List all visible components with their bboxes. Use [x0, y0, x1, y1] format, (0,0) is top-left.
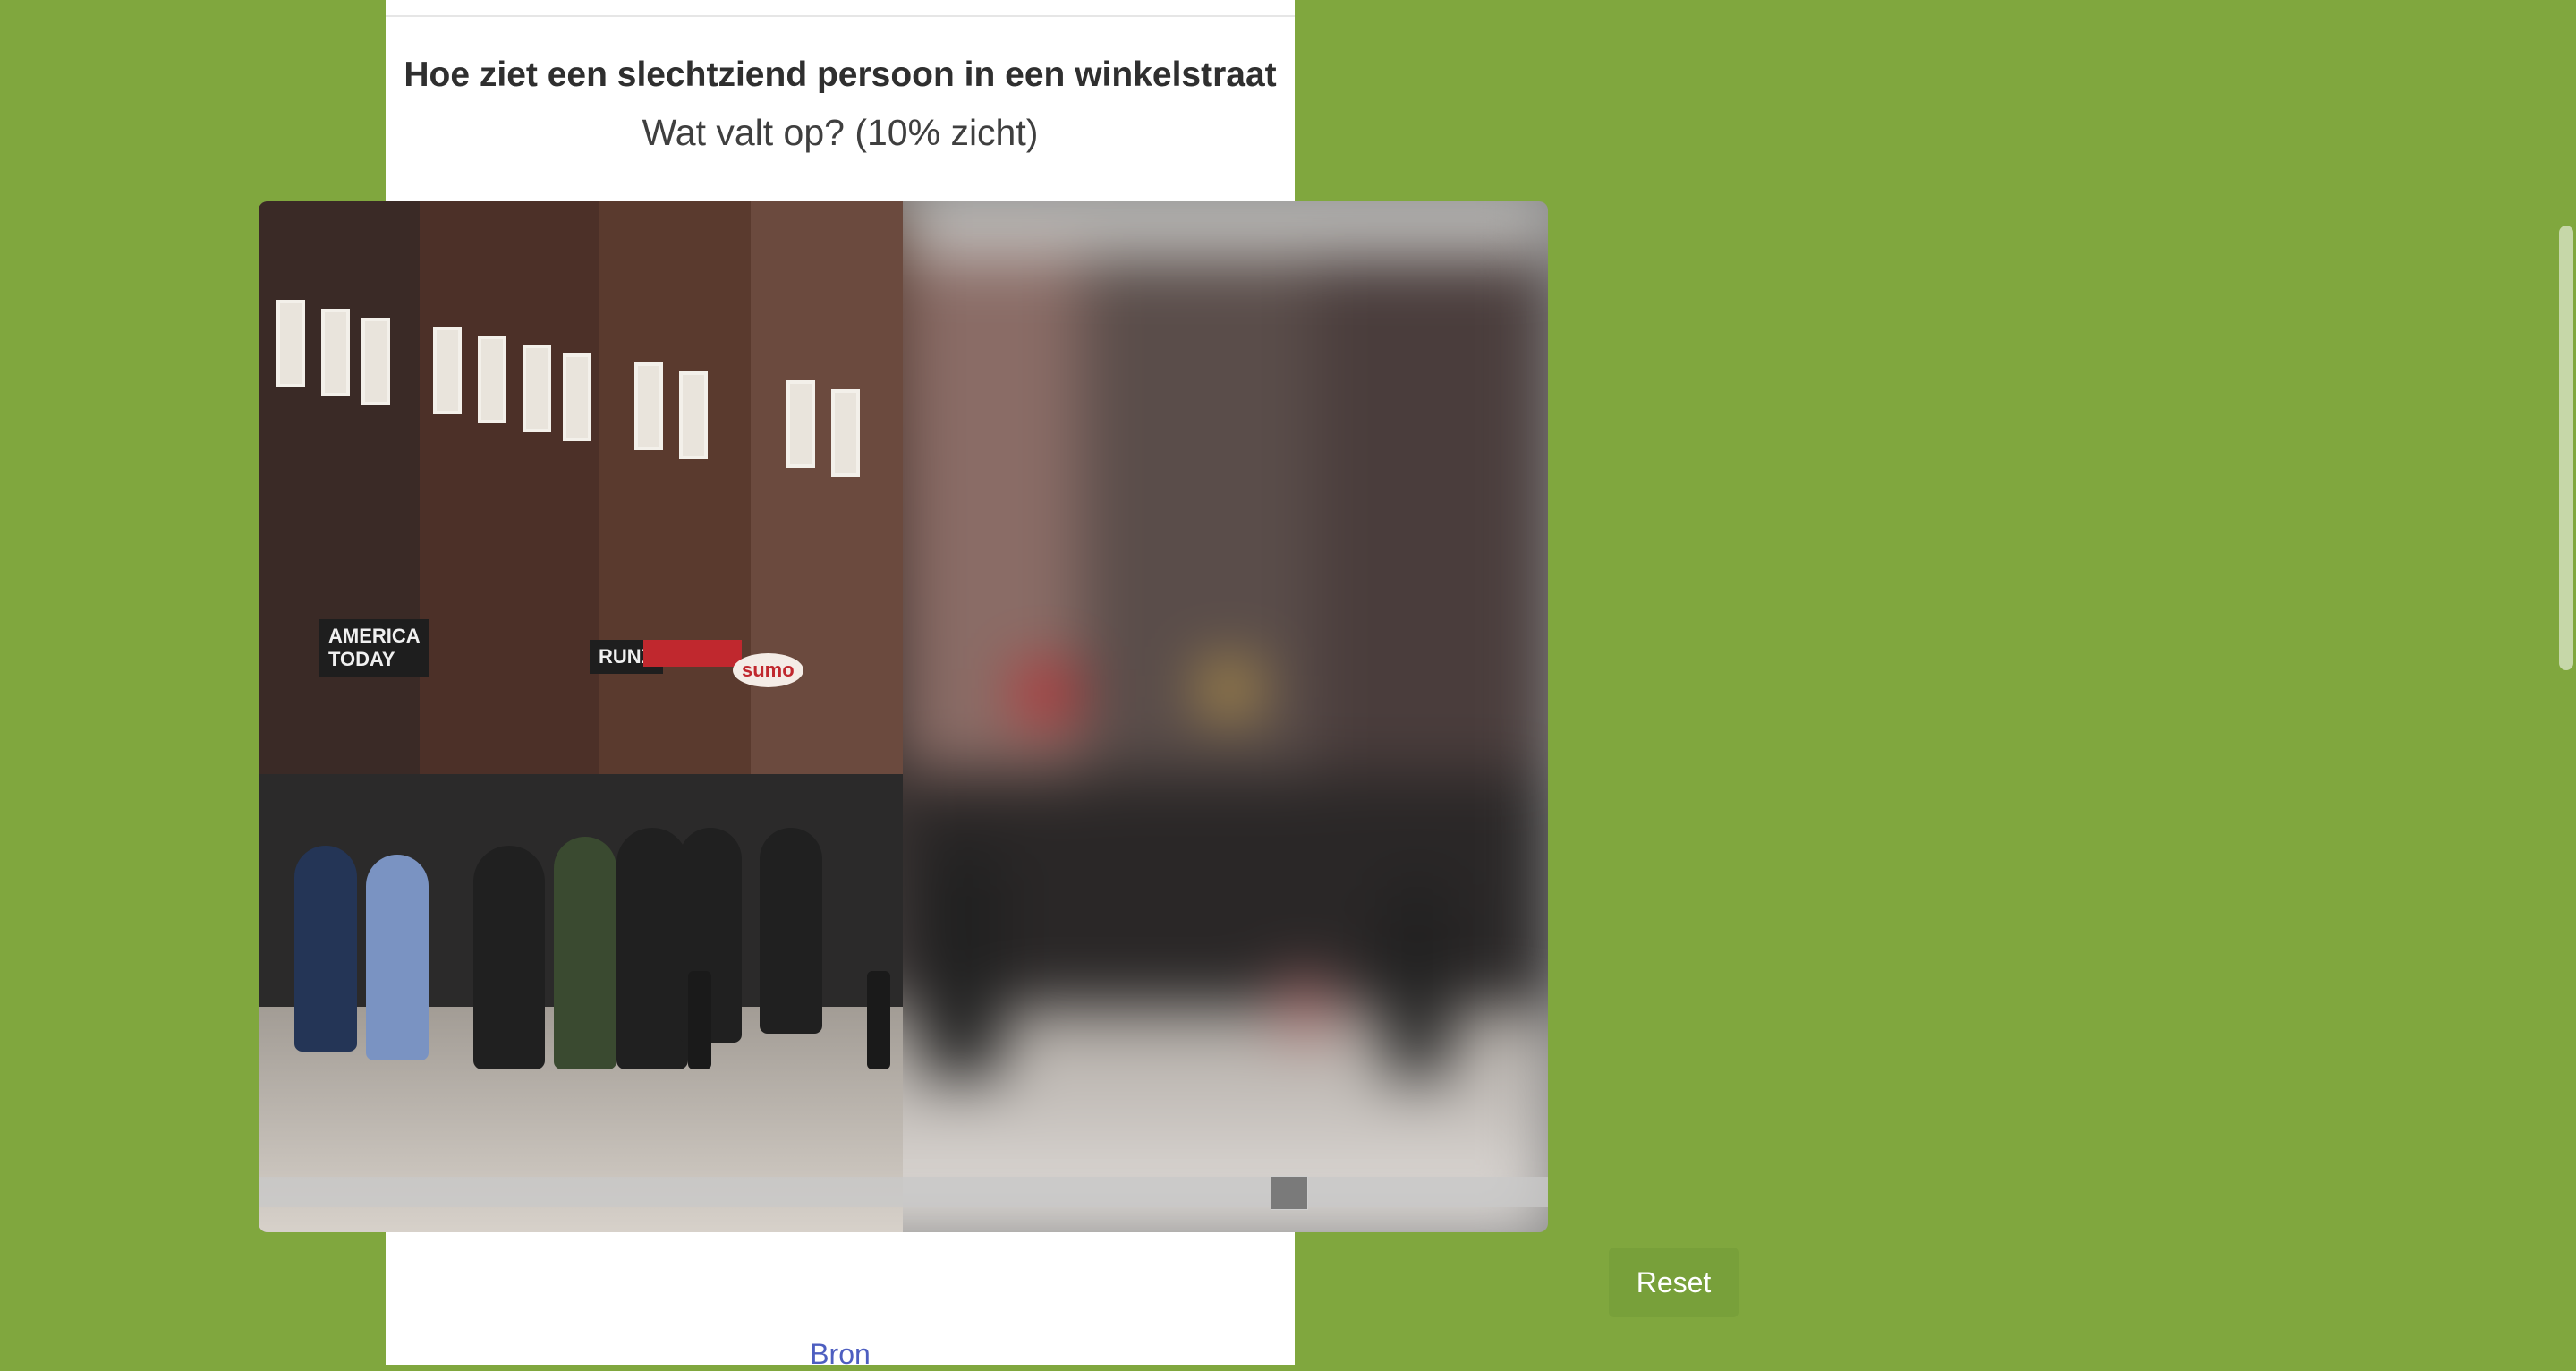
shop-sign: sumo — [733, 653, 803, 687]
blurred-image-panel — [903, 201, 1548, 1232]
comparison-slider-handle[interactable] — [1271, 1176, 1308, 1210]
divider — [386, 15, 1295, 17]
image-comparison[interactable]: AMERICA TODAY RUNX sumo — [259, 201, 1548, 1232]
shop-sign: AMERICA TODAY — [319, 619, 429, 677]
street-photo-blurred — [903, 201, 1548, 1232]
comparison-slider-track[interactable] — [259, 1177, 1548, 1207]
street-photo-clear: AMERICA TODAY RUNX sumo — [259, 201, 903, 1232]
page-scrollbar[interactable] — [2559, 226, 2573, 670]
page-subtitle: Wat valt op? (10% zicht) — [642, 112, 1039, 153]
reset-button[interactable]: Reset — [1609, 1248, 1739, 1317]
clear-image-panel: AMERICA TODAY RUNX sumo — [259, 201, 903, 1232]
page-title: Hoe ziet een slechtziend persoon in een … — [404, 55, 1277, 94]
source-link[interactable]: Bron — [386, 1338, 1295, 1371]
